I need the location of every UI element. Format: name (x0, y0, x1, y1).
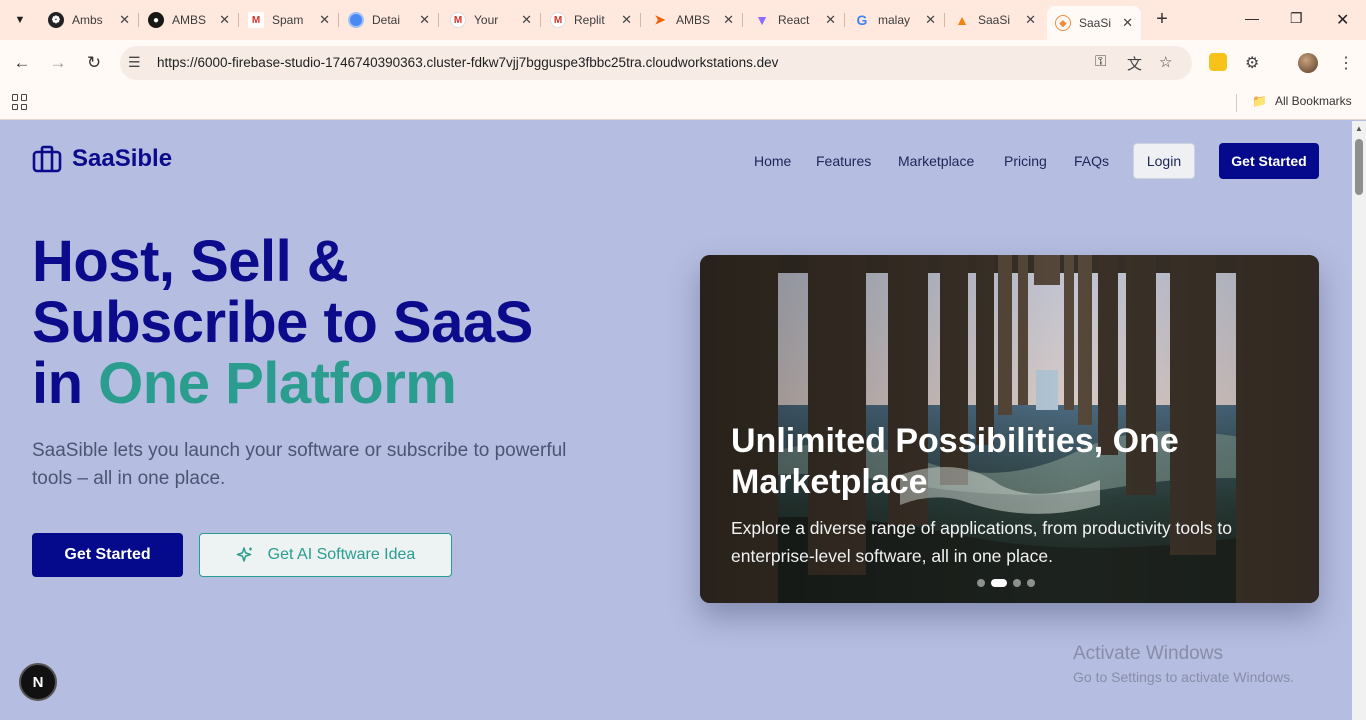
extension-icon[interactable] (1209, 53, 1227, 71)
more-menu-icon[interactable]: ⋮ (1338, 53, 1356, 72)
restore-button[interactable]: ❐ (1290, 10, 1303, 27)
reload-icon: ↻ (86, 53, 102, 72)
bookmarks-bar: 📁 All Bookmarks (0, 86, 1366, 120)
close-tab-icon[interactable]: ✕ (521, 12, 532, 28)
openai-icon: ❁ (48, 12, 64, 28)
page-scrollbar[interactable]: ▲ (1352, 121, 1366, 720)
close-window-button[interactable]: ✕ (1336, 10, 1349, 30)
nav-faqs[interactable]: FAQs (1074, 153, 1109, 169)
gmail-icon: M (248, 12, 264, 28)
nav-pricing[interactable]: Pricing (1004, 153, 1047, 169)
browser-tab[interactable]: ● AMBS ✕ (140, 6, 239, 34)
minimize-icon: — (1245, 10, 1259, 26)
hero-carousel[interactable]: Unlimited Possibilities, One Marketplace… (700, 255, 1319, 603)
github-icon: ● (148, 12, 164, 28)
extensions-puzzle-icon[interactable]: ⚙ (1245, 53, 1263, 72)
nav-marketplace[interactable]: Marketplace (898, 153, 974, 169)
nextjs-dev-badge[interactable]: N (19, 663, 57, 701)
login-button[interactable]: Login (1133, 143, 1195, 179)
nav-home[interactable]: Home (754, 153, 791, 169)
bookmark-star-icon[interactable]: ☆ (1159, 53, 1172, 71)
gmail-icon: M (450, 12, 466, 28)
site-logo[interactable]: SaaSible (32, 145, 172, 173)
reload-button[interactable]: ↻ (83, 52, 105, 74)
browser-tab[interactable]: Detai ✕ (340, 6, 439, 34)
url-text[interactable]: https://6000-firebase-studio-17467403903… (157, 55, 778, 70)
divider (1236, 94, 1237, 112)
ai-software-idea-button[interactable]: Get AI Software Idea (199, 533, 452, 577)
carousel-dot-active[interactable] (991, 579, 1007, 587)
browser-toolbar: ← → ↻ ☰ https://6000-firebase-studio-174… (0, 40, 1366, 86)
browser-tab[interactable]: G malay ✕ (846, 6, 945, 34)
restore-icon: ❐ (1290, 10, 1303, 26)
firebase-studio-icon: ◆ (1055, 15, 1071, 31)
browser-tab[interactable]: ▲ SaaSi ✕ (946, 6, 1044, 34)
brand-name: SaaSible (72, 145, 173, 172)
forward-button[interactable]: → (47, 52, 69, 74)
nav-features[interactable]: Features (816, 153, 871, 169)
close-tab-icon[interactable]: ✕ (621, 12, 632, 28)
close-tab-icon[interactable]: ✕ (419, 12, 430, 28)
close-tab-icon[interactable]: ✕ (119, 12, 130, 28)
apps-grid-icon[interactable] (12, 94, 28, 110)
vite-icon: ▼ (755, 12, 769, 28)
chevron-down-icon: ▼ (14, 14, 26, 26)
arrow-right-icon: → (49, 53, 67, 72)
browser-tab[interactable]: M Spam ✕ (240, 6, 339, 34)
replit-icon: ➤ (654, 12, 666, 27)
google-icon: G (856, 12, 868, 28)
minimize-button[interactable]: — (1245, 10, 1259, 26)
slide-description: Explore a diverse range of applications,… (731, 518, 1232, 566)
close-tab-icon[interactable]: ✕ (1122, 15, 1133, 31)
browser-tab[interactable]: ▼ React ✕ (746, 6, 845, 34)
scrollbar-thumb[interactable] (1355, 139, 1363, 195)
all-bookmarks-button[interactable]: 📁 All Bookmarks (1252, 94, 1352, 108)
browser-tab-strip: ▼ ❁ Ambs ✕ ● AMBS ✕ M Spam ✕ Detai ✕ M Y… (0, 0, 1366, 40)
close-tab-icon[interactable]: ✕ (723, 12, 734, 28)
browser-tab[interactable]: M Replit ✕ (542, 6, 641, 34)
browser-tab-active[interactable]: ◆ SaaSi ✕ (1047, 6, 1141, 40)
page-viewport: SaaSible Home Features Marketplace Prici… (0, 121, 1352, 720)
scroll-up-icon[interactable]: ▲ (1355, 124, 1363, 133)
gmail-icon: M (550, 12, 566, 28)
close-icon: ✕ (1336, 12, 1350, 29)
browser-tab[interactable]: M Your ✕ (442, 6, 541, 34)
new-tab-button[interactable]: + (1151, 8, 1173, 30)
folder-icon: 📁 (1252, 94, 1267, 108)
sparkles-icon (236, 547, 252, 562)
briefcase-icon (32, 145, 62, 173)
arrow-left-icon: ← (13, 53, 31, 72)
site-info-icon[interactable]: ☰ (128, 54, 141, 71)
back-button[interactable]: ← (11, 52, 33, 74)
chrome-web-icon (348, 12, 364, 28)
browser-tab[interactable]: ➤ AMBS ✕ (644, 6, 743, 34)
header-get-started-button[interactable]: Get Started (1219, 143, 1319, 179)
carousel-indicators (977, 579, 1035, 587)
close-tab-icon[interactable]: ✕ (825, 12, 836, 28)
slide-title: Unlimited Possibilities, One Marketplace (731, 422, 1179, 501)
close-tab-icon[interactable]: ✕ (1025, 12, 1036, 28)
close-tab-icon[interactable]: ✕ (319, 12, 330, 28)
carousel-dot[interactable] (1013, 579, 1021, 587)
profile-avatar[interactable] (1298, 53, 1318, 73)
hero-get-started-button[interactable]: Get Started (32, 533, 183, 577)
hero-subtitle: SaaSible lets you launch your software o… (32, 440, 567, 489)
translate-icon[interactable]: 文 (1127, 53, 1142, 74)
firebase-icon: ▲ (955, 12, 969, 28)
close-tab-icon[interactable]: ✕ (925, 12, 936, 28)
tab-search-button[interactable]: ▼ (8, 8, 32, 32)
plus-icon: + (1156, 7, 1168, 30)
hero-title: Host, Sell & Subscribe to SaaS in One Pl… (32, 229, 533, 416)
close-tab-icon[interactable]: ✕ (219, 12, 230, 28)
password-key-icon[interactable]: ⚿ (1095, 53, 1106, 70)
address-bar[interactable]: ☰ https://6000-firebase-studio-174674039… (120, 46, 1192, 80)
carousel-dot[interactable] (1027, 579, 1035, 587)
hero-title-accent: One Platform (98, 351, 457, 416)
carousel-dot[interactable] (977, 579, 985, 587)
browser-tab[interactable]: ❁ Ambs ✕ (40, 6, 139, 34)
activate-windows-watermark: Activate Windows Go to Settings to activ… (1073, 643, 1294, 685)
